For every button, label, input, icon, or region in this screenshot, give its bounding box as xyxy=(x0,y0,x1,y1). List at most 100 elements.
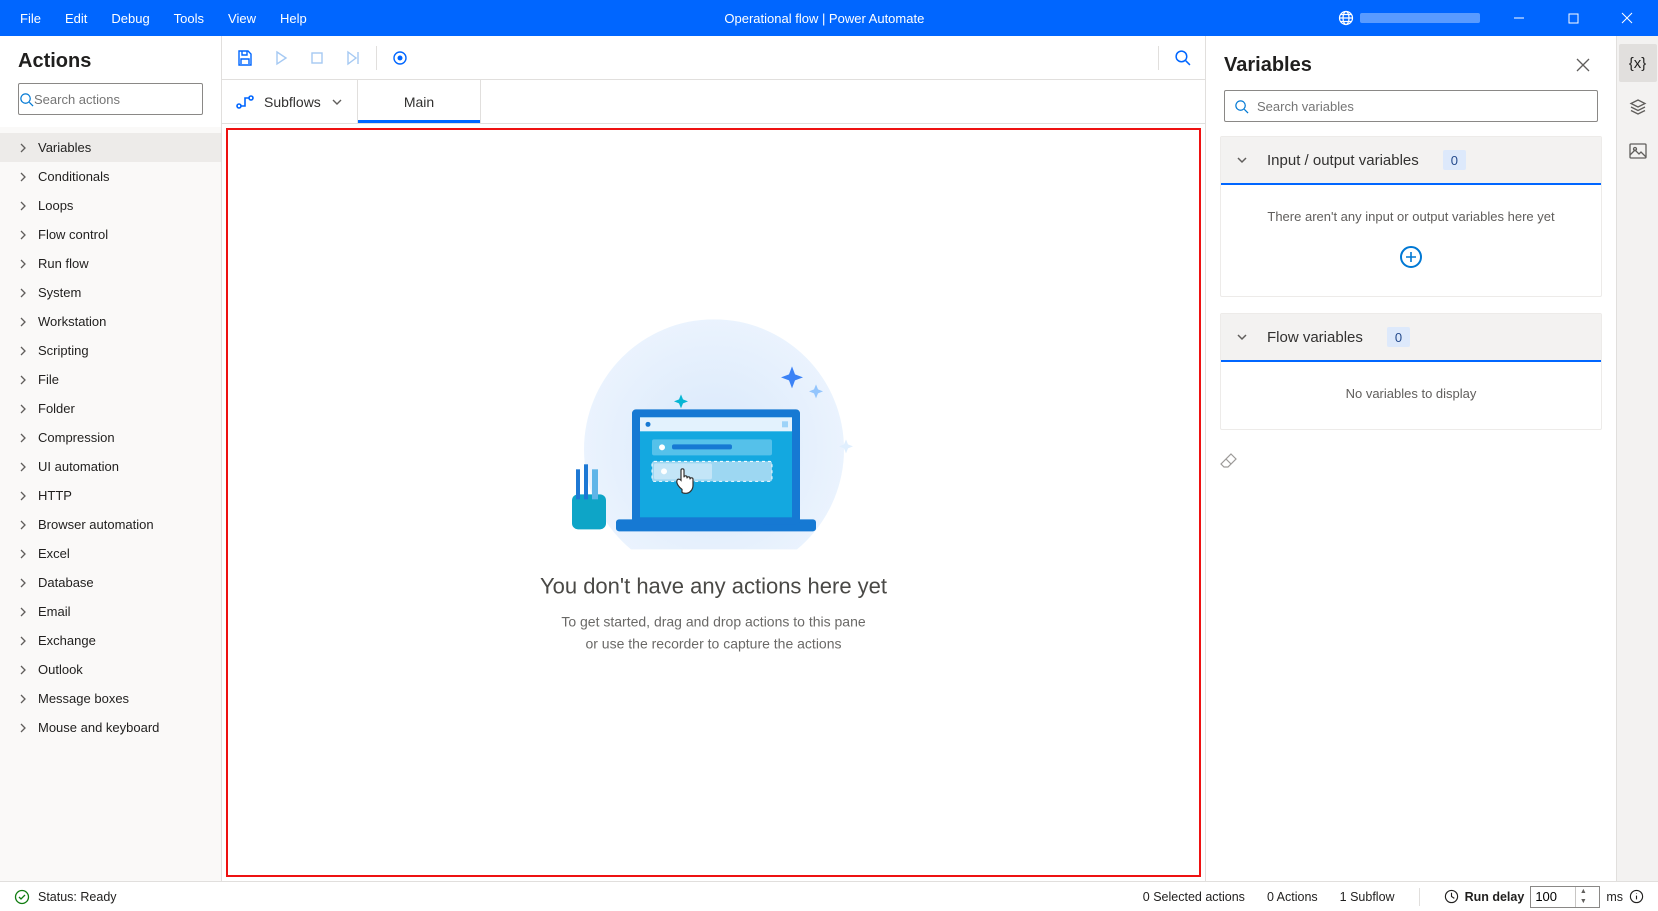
delay-increase[interactable]: ▲ xyxy=(1576,887,1590,897)
action-category[interactable]: Folder xyxy=(0,394,221,423)
action-category[interactable]: HTTP xyxy=(0,481,221,510)
run-delay-value[interactable] xyxy=(1531,889,1575,904)
flow-variables-title: Flow variables xyxy=(1267,329,1363,346)
action-category[interactable]: Message boxes xyxy=(0,684,221,713)
layers-icon xyxy=(1629,98,1647,116)
io-variables-header[interactable]: Input / output variables 0 xyxy=(1221,137,1601,185)
info-icon[interactable] xyxy=(1629,889,1644,904)
action-category-label: Workstation xyxy=(38,314,106,329)
environment-name-redacted xyxy=(1360,13,1480,23)
action-category[interactable]: UI automation xyxy=(0,452,221,481)
chevron-right-icon xyxy=(18,288,28,298)
menu-view[interactable]: View xyxy=(216,0,268,36)
run-delay-label: Run delay xyxy=(1465,890,1525,904)
io-variables-count: 0 xyxy=(1443,150,1466,170)
chevron-right-icon xyxy=(18,172,28,182)
variables-close-button[interactable] xyxy=(1568,50,1598,80)
action-category[interactable]: Workstation xyxy=(0,307,221,336)
action-category[interactable]: File xyxy=(0,365,221,394)
menu-edit[interactable]: Edit xyxy=(53,0,99,36)
tabs-bar: Subflows Main xyxy=(222,80,1205,124)
actions-search-input[interactable] xyxy=(34,92,210,107)
subflows-dropdown[interactable]: Subflows xyxy=(222,80,358,123)
action-category[interactable]: System xyxy=(0,278,221,307)
actions-category-list[interactable]: Variables Conditionals LoopsFlow controlRu… xyxy=(0,127,221,881)
io-variables-section: Input / output variables 0 There aren't … xyxy=(1220,136,1602,297)
menu-file[interactable]: File xyxy=(8,0,53,36)
action-category[interactable]: Excel xyxy=(0,539,221,568)
plus-icon xyxy=(1405,251,1417,263)
toolbar xyxy=(222,36,1205,80)
environment-chip[interactable] xyxy=(1330,6,1488,30)
chevron-right-icon xyxy=(18,433,28,443)
run-button[interactable] xyxy=(264,41,298,75)
add-io-variable-button[interactable] xyxy=(1400,246,1422,268)
rail-variables-button[interactable]: {x} xyxy=(1619,44,1657,82)
action-category-label: Excel xyxy=(38,546,70,561)
action-category[interactable]: Loops xyxy=(0,191,221,220)
action-category-label: Email xyxy=(38,604,71,619)
tab-label: Main xyxy=(404,94,434,110)
action-category[interactable]: Browser automation xyxy=(0,510,221,539)
save-button[interactable] xyxy=(228,41,262,75)
clock-icon xyxy=(1444,889,1459,904)
action-category-label: Conditionals xyxy=(38,169,110,184)
action-category[interactable]: Email xyxy=(0,597,221,626)
menu-tools[interactable]: Tools xyxy=(162,0,216,36)
stop-button[interactable] xyxy=(300,41,334,75)
menu-debug[interactable]: Debug xyxy=(99,0,161,36)
flow-canvas[interactable]: You don't have any actions here yet To g… xyxy=(222,124,1205,881)
actions-search[interactable] xyxy=(18,83,203,115)
check-circle-icon xyxy=(14,889,30,905)
save-icon xyxy=(236,49,254,67)
variables-search[interactable] xyxy=(1224,90,1598,122)
chevron-right-icon xyxy=(18,230,28,240)
action-category[interactable]: Exchange xyxy=(0,626,221,655)
recorder-button[interactable] xyxy=(383,41,417,75)
variables-panel-title: Variables xyxy=(1224,54,1568,77)
braces-icon: {x} xyxy=(1629,55,1647,72)
flow-variables-count: 0 xyxy=(1387,327,1410,347)
step-button[interactable] xyxy=(336,41,370,75)
chevron-right-icon xyxy=(18,201,28,211)
action-category[interactable]: Scripting xyxy=(0,336,221,365)
actions-panel-title: Actions xyxy=(0,36,221,83)
tab-main[interactable]: Main xyxy=(358,80,481,123)
chevron-right-icon xyxy=(18,665,28,675)
run-delay-input[interactable]: ▲ ▼ xyxy=(1530,886,1600,908)
action-category[interactable]: Mouse and keyboard xyxy=(0,713,221,742)
chevron-right-icon xyxy=(18,375,28,385)
action-category[interactable]: Run flow xyxy=(0,249,221,278)
chevron-down-icon xyxy=(331,96,343,108)
selected-actions-count: 0 Selected actions xyxy=(1143,890,1245,904)
flow-variables-header[interactable]: Flow variables 0 xyxy=(1221,314,1601,362)
close-button[interactable] xyxy=(1604,0,1650,36)
search-flow-button[interactable] xyxy=(1165,41,1199,75)
actions-panel: Actions Variables Conditionals LoopsFlow c… xyxy=(0,36,222,881)
action-category[interactable]: Flow control xyxy=(0,220,221,249)
variables-search-input[interactable] xyxy=(1257,99,1597,114)
rail-layers-button[interactable] xyxy=(1619,88,1657,126)
action-category[interactable]: Conditionals xyxy=(0,162,221,191)
action-category-label: Variables xyxy=(38,140,91,155)
minimize-button[interactable] xyxy=(1496,0,1542,36)
action-category[interactable]: Variables xyxy=(0,133,221,162)
action-category[interactable]: Compression xyxy=(0,423,221,452)
subflows-icon xyxy=(236,95,254,109)
chevron-right-icon xyxy=(18,694,28,704)
menu-help[interactable]: Help xyxy=(268,0,319,36)
rail-images-button[interactable] xyxy=(1619,132,1657,170)
stop-icon xyxy=(310,51,324,65)
statusbar: Status: Ready 0 Selected actions 0 Actio… xyxy=(0,881,1658,911)
record-icon xyxy=(392,50,408,66)
maximize-button[interactable] xyxy=(1550,0,1596,36)
chevron-right-icon xyxy=(18,404,28,414)
action-category[interactable]: Outlook xyxy=(0,655,221,684)
eraser-icon[interactable] xyxy=(1220,452,1238,468)
action-category[interactable]: Database xyxy=(0,568,221,597)
chevron-right-icon xyxy=(18,346,28,356)
menubar: File Edit Debug Tools View Help xyxy=(8,0,319,36)
action-category-label: File xyxy=(38,372,59,387)
delay-decrease[interactable]: ▼ xyxy=(1576,897,1590,907)
chevron-right-icon xyxy=(18,549,28,559)
